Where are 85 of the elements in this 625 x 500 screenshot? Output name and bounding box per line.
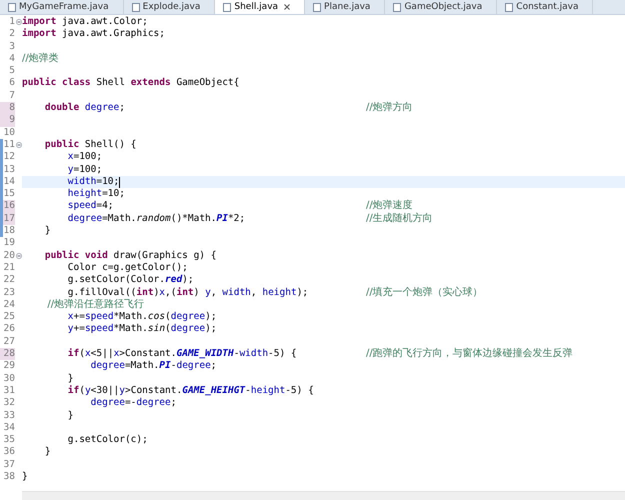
horizontal-scrollbar[interactable] (22, 491, 625, 500)
line-number: 10 (2, 126, 15, 139)
line-number: 32 (2, 397, 15, 410)
line-number: 13 (2, 164, 15, 176)
line-number: 2 (8, 28, 15, 41)
editor-tab[interactable]: Plane.java (305, 0, 386, 14)
editor-tab[interactable]: GameObject.java (385, 0, 498, 14)
java-file-icon (505, 2, 514, 12)
editor-tab[interactable]: Shell.java (215, 0, 306, 14)
line-number: 20 (2, 250, 15, 262)
java-file-icon (8, 2, 16, 12)
code-comment: //生成随机方向 (366, 212, 433, 226)
line-number: 25 (2, 311, 15, 324)
code-comment: //跑弹的飞行方向，与窗体边缘碰撞会发生反弹 (366, 348, 573, 360)
code-line: } (22, 470, 29, 484)
code-line: import java.awt.Graphics; (22, 28, 166, 41)
code-line: height=10; (66, 188, 126, 200)
code-line: //炮弹沿任意路径飞行 (46, 298, 146, 312)
line-number: 29 (2, 360, 15, 373)
code-line: if(y<30||y>Constant.GAME_HEIHGT-height-5) { (66, 384, 315, 398)
line-number: 38 (2, 470, 15, 484)
code-line: g.setColor(c); (66, 434, 149, 446)
line-number: 6 (8, 77, 15, 90)
line-number: 23 (2, 286, 15, 299)
line-number: 33 (2, 410, 15, 422)
java-file-icon (393, 2, 402, 12)
code-line: //炮弹类 (22, 52, 60, 66)
java-file-icon (223, 2, 232, 12)
code-line: speed=4; (66, 200, 115, 213)
code-line: double degree; (44, 102, 126, 114)
line-number: 3 (8, 40, 15, 53)
code-line: Color c=g.getColor(); (66, 262, 189, 274)
line-number: 5 (8, 65, 15, 78)
collapse-icon[interactable] (16, 142, 22, 148)
code-line: x+=speed*Math.cos(degree); (66, 311, 218, 324)
code-line: } (44, 446, 52, 459)
line-number: 19 (2, 237, 15, 250)
code-line: } (66, 410, 74, 422)
code-line: public class Shell extends GameObject{ (22, 77, 240, 90)
code-line: public Shell() { (44, 138, 138, 152)
line-number: 30 (2, 372, 15, 385)
line-number: 4 (8, 52, 15, 66)
editor-tab[interactable]: Constant.java (497, 0, 594, 14)
line-number: 31 (2, 384, 15, 398)
line-number: 36 (2, 446, 15, 459)
line-number: 15 (2, 188, 15, 200)
code-line: import java.awt.Color; (22, 16, 149, 28)
code-comment: //填充一个炮弹（实心球） (366, 286, 483, 299)
code-line: if(x<5||x>Constant.GAME_WIDTH-width-5) { (66, 348, 298, 360)
line-number: 34 (2, 422, 15, 434)
code-line: } (44, 225, 52, 238)
line-number: 11 (2, 138, 15, 152)
code-comment: //炮弹方向 (366, 102, 413, 114)
java-file-icon (313, 2, 322, 12)
line-number: 27 (2, 336, 15, 348)
line-number: 14 (2, 176, 15, 188)
line-number: 35 (2, 434, 15, 446)
code-line: y=100; (66, 164, 104, 176)
code-line: degree=Math.random()*Math.PI*2; (66, 212, 246, 226)
line-number: 21 (2, 262, 15, 274)
code-line: g.fillOval((int)x,(int) y, width, height); (66, 286, 310, 298)
code-line: g.setColor(Color.red); (66, 274, 195, 287)
close-icon[interactable] (284, 4, 290, 10)
line-number: 7 (8, 90, 15, 102)
collapse-icon[interactable] (16, 252, 22, 259)
code-line: degree=Math.PI-degree; (90, 360, 218, 373)
code-line: degree=-degree; (90, 397, 178, 410)
line-number: 18 (2, 225, 15, 238)
code-line: y+=speed*Math.sin(degree); (66, 323, 218, 336)
editor-tab[interactable]: MyGameFrame.java (0, 0, 124, 14)
line-number: 12 (2, 151, 15, 164)
collapse-icon[interactable] (16, 19, 22, 26)
code-comment: //炮弹速度 (366, 200, 413, 212)
line-number: 28 (0, 348, 15, 360)
code-line: public void draw(Graphics g) { (44, 250, 218, 262)
line-number: 37 (2, 458, 15, 471)
java-file-icon (132, 2, 140, 12)
line-number: 1 (8, 16, 15, 28)
line-number: 22 (2, 274, 15, 287)
line-number: 9 (0, 114, 15, 127)
line-number: 26 (2, 323, 15, 336)
line-number: 8 (0, 102, 15, 114)
code-line: x=100; (66, 151, 104, 164)
line-number: 24 (2, 298, 15, 312)
code-line: } (66, 372, 74, 385)
